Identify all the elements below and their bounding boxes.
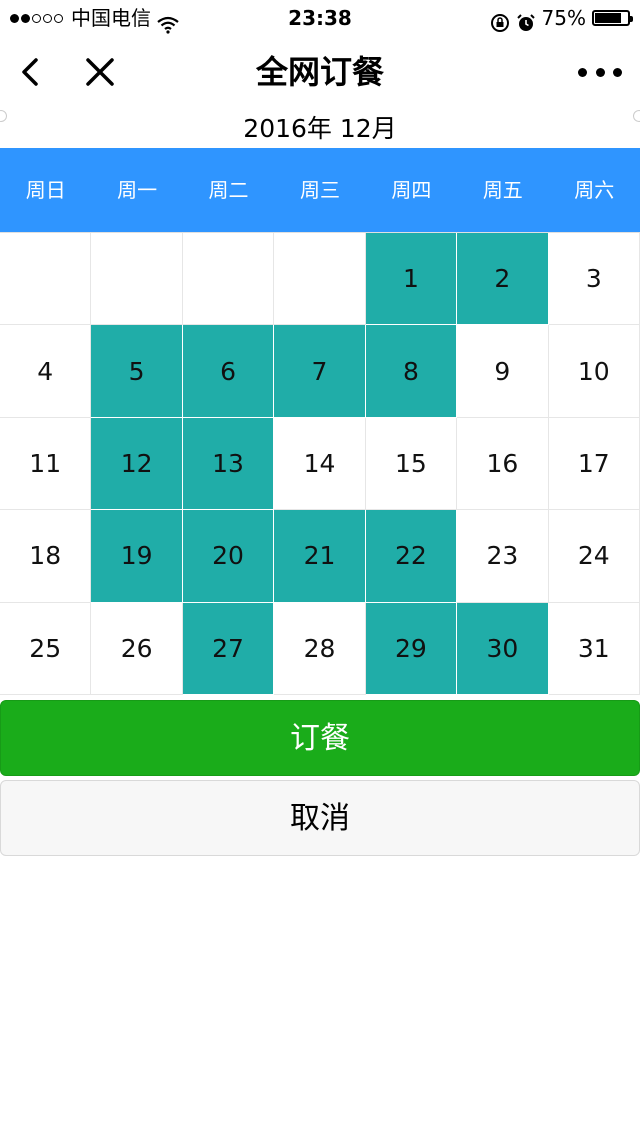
month-label: 2016年 12月 (243, 114, 397, 143)
weekday-header: 周日 周一 周二 周三 周四 周五 周六 (0, 148, 640, 232)
weekday-label: 周六 (574, 178, 615, 202)
calendar-day-cell[interactable]: 12 (91, 417, 183, 511)
more-icon[interactable] (578, 58, 622, 86)
calendar-day-cell[interactable]: 5 (91, 325, 183, 418)
calendar-day-cell[interactable]: 15 (365, 417, 458, 511)
calendar-day-cell[interactable]: 23 (457, 510, 549, 603)
calendar-day-cell[interactable]: 1 (365, 233, 458, 326)
calendar-day-cell[interactable]: 8 (365, 325, 458, 418)
battery-icon (592, 10, 633, 26)
orientation-lock-icon (490, 8, 510, 32)
status-right: 75% (490, 0, 633, 36)
calendar-day-cell[interactable]: 27 (182, 602, 275, 695)
calendar-day-cell[interactable]: 2 (457, 233, 549, 326)
calendar-empty-cell (274, 233, 366, 326)
calendar-day-cell[interactable]: 9 (457, 325, 549, 418)
alarm-icon (516, 8, 536, 31)
calendar-day-cell[interactable]: 26 (91, 602, 183, 695)
status-bar: 中国电信 23:38 75% (0, 0, 640, 36)
calendar-day-cell[interactable]: 14 (274, 417, 366, 511)
calendar-day-cell[interactable]: 13 (182, 417, 275, 511)
order-button[interactable]: 订餐 (0, 700, 640, 776)
weekday-label: 周五 (482, 178, 523, 202)
calendar-day-cell[interactable]: 10 (548, 325, 640, 418)
weekday-label: 周三 (299, 178, 340, 202)
calendar-day-cell[interactable]: 28 (274, 602, 366, 695)
calendar-day-cell[interactable]: 3 (548, 233, 640, 326)
nav-bar: 全网订餐 (0, 36, 640, 108)
calendar-day-cell[interactable]: 17 (548, 417, 640, 511)
battery-percent: 75% (541, 6, 586, 30)
weekday-label: 周四 (391, 178, 432, 202)
weekday-label: 周日 (25, 178, 66, 202)
calendar-day-cell[interactable]: 22 (365, 510, 458, 603)
calendar-day-cell[interactable]: 21 (274, 510, 366, 603)
calendar-day-cell[interactable]: 19 (91, 510, 183, 603)
calendar-day-cell[interactable]: 31 (548, 602, 640, 695)
calendar-day-cell[interactable]: 30 (457, 602, 549, 695)
calendar-day-cell[interactable]: 7 (274, 325, 366, 418)
weekday-label: 周一 (117, 178, 158, 202)
back-icon[interactable] (14, 52, 54, 92)
calendar-day-cell[interactable]: 29 (365, 602, 458, 695)
calendar-empty-cell (91, 233, 183, 326)
calendar-empty-cell (0, 233, 92, 326)
calendar-day-cell[interactable]: 20 (182, 510, 275, 603)
close-icon[interactable] (80, 52, 120, 92)
calendar-day-cell[interactable]: 16 (457, 417, 549, 511)
calendar-day-cell[interactable]: 11 (0, 417, 92, 511)
calendar-day-cell[interactable]: 4 (0, 325, 92, 418)
calendar-day-cell[interactable]: 25 (0, 602, 92, 695)
cancel-button[interactable]: 取消 (0, 780, 640, 856)
calendar-day-cell[interactable]: 24 (548, 510, 640, 603)
weekday-label: 周二 (208, 178, 249, 202)
calendar-grid: 1 2 3 4 5 6 7 8 9 10 11 12 13 14 15 16 17 18 19 20 21 22 23 24 2… (0, 232, 640, 695)
calendar-empty-cell (182, 233, 275, 326)
calendar-day-cell[interactable]: 6 (182, 325, 275, 418)
calendar-day-cell[interactable]: 18 (0, 510, 92, 603)
